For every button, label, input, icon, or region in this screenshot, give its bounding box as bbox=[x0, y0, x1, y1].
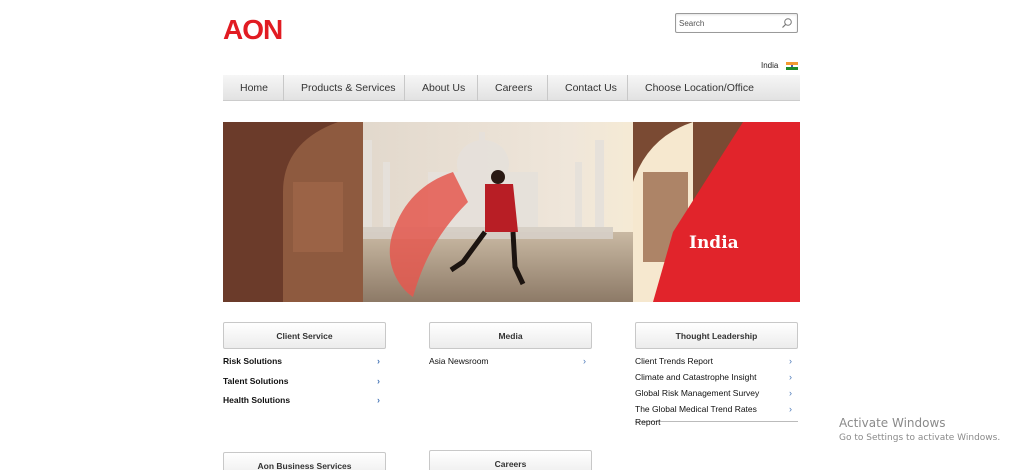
watermark-subtitle: Go to Settings to activate Windows. bbox=[839, 433, 1001, 443]
india-flag-icon bbox=[786, 61, 799, 70]
nav-careers[interactable]: Careers bbox=[478, 75, 548, 101]
aon-business-services-header: Aon Business Services bbox=[223, 452, 386, 470]
nav-choose-location[interactable]: Choose Location/Office bbox=[628, 75, 800, 101]
link-risk-solutions[interactable]: Risk Solutions › bbox=[223, 355, 386, 375]
hero-banner[interactable]: India bbox=[223, 122, 800, 302]
watermark-title: Activate Windows bbox=[839, 416, 946, 430]
link-label: Health Solutions bbox=[223, 395, 291, 405]
link-global-medical-trend-rates[interactable]: The Global Medical Trend Rates Report › bbox=[635, 403, 798, 427]
client-service-list: Risk Solutions › Talent Solutions › Health… bbox=[223, 355, 386, 414]
media-section: Media Asia Newsroom › bbox=[429, 322, 592, 371]
link-label: The Global Medical Trend Rates Report bbox=[635, 404, 757, 427]
link-label: Talent Solutions bbox=[223, 375, 289, 386]
main-nav: Home Products & Services About Us Career… bbox=[223, 75, 800, 101]
client-service-section: Client Service Risk Solutions › Talent So… bbox=[223, 322, 386, 414]
chevron-right-icon: › bbox=[377, 375, 380, 386]
search-box[interactable] bbox=[675, 13, 798, 33]
thought-leadership-list: Client Trends Report › Climate and Catast… bbox=[635, 355, 798, 427]
link-label: Client Trends Report bbox=[635, 356, 713, 366]
thought-leadership-section: Thought Leadership Client Trends Report ›… bbox=[635, 322, 798, 427]
careers-header: Careers bbox=[429, 450, 592, 470]
nav-home[interactable]: Home bbox=[223, 75, 284, 101]
chevron-right-icon: › bbox=[377, 356, 380, 366]
link-label: Risk Solutions bbox=[223, 356, 283, 366]
link-talent-solutions[interactable]: Talent Solutions › bbox=[223, 375, 386, 395]
nav-about-us[interactable]: About Us bbox=[405, 75, 478, 101]
windows-activation-watermark: Activate Windows Go to Settings to activ… bbox=[839, 416, 1000, 443]
media-list: Asia Newsroom › bbox=[429, 355, 592, 371]
chevron-right-icon: › bbox=[789, 372, 792, 382]
hero-title: India bbox=[689, 233, 739, 253]
link-global-risk-management-survey[interactable]: Global Risk Management Survey › bbox=[635, 387, 798, 403]
aon-business-services-section: Aon Business Services bbox=[223, 452, 386, 470]
thought-leadership-header: Thought Leadership bbox=[635, 322, 798, 349]
locale-selector[interactable]: India bbox=[761, 61, 799, 70]
nav-contact-us[interactable]: Contact Us bbox=[548, 75, 628, 101]
aon-logo[interactable]: AON bbox=[223, 14, 283, 46]
link-client-trends-report[interactable]: Client Trends Report › bbox=[635, 355, 798, 371]
page: AON India Home Products & Services About… bbox=[0, 0, 1024, 470]
chevron-right-icon: › bbox=[583, 356, 586, 366]
client-service-header: Client Service bbox=[223, 322, 386, 349]
link-climate-catastrophe-insight[interactable]: Climate and Catastrophe Insight › bbox=[635, 371, 798, 387]
link-label: Asia Newsroom bbox=[429, 356, 489, 366]
nav-products-services[interactable]: Products & Services bbox=[284, 75, 405, 101]
search-input[interactable] bbox=[679, 17, 779, 29]
chevron-right-icon: › bbox=[789, 356, 792, 366]
chevron-right-icon: › bbox=[789, 388, 792, 398]
search-icon[interactable] bbox=[781, 17, 793, 29]
chevron-right-icon: › bbox=[377, 395, 380, 405]
chevron-right-icon: › bbox=[789, 404, 792, 414]
link-label: Global Risk Management Survey bbox=[635, 388, 760, 398]
locale-country: India bbox=[761, 61, 779, 70]
link-health-solutions[interactable]: Health Solutions › bbox=[223, 394, 386, 414]
link-asia-newsroom[interactable]: Asia Newsroom › bbox=[429, 355, 592, 371]
media-header: Media bbox=[429, 322, 592, 349]
hero-image bbox=[223, 122, 800, 302]
link-label: Climate and Catastrophe Insight bbox=[635, 372, 757, 382]
careers-section: Careers bbox=[429, 450, 592, 470]
